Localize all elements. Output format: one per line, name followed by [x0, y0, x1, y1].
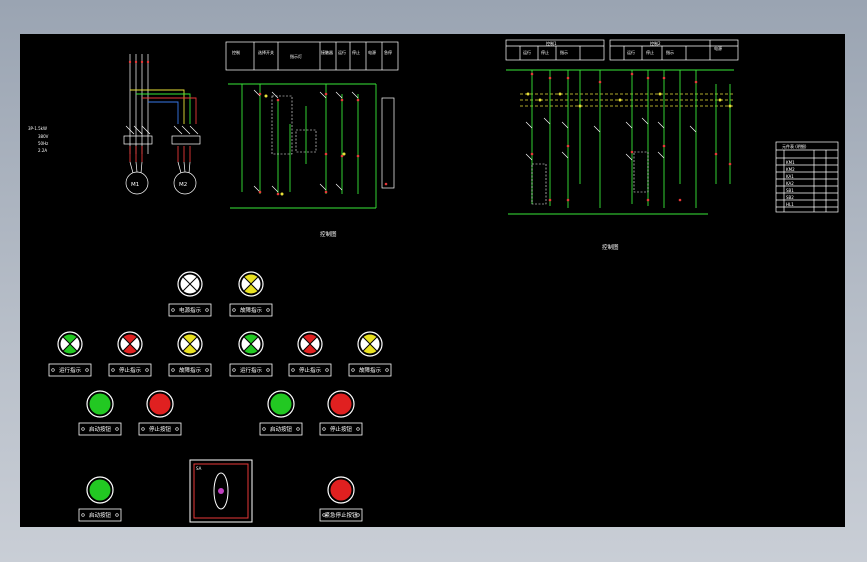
stop-push-button-3[interactable]: 停止按钮 [319, 390, 363, 436]
button-label-1: 停止按钮 [149, 425, 172, 433]
start-push-button-2[interactable]: 启动按钮 [259, 390, 303, 436]
stop-push-button-5[interactable]: 紧急停止按钮 [319, 476, 363, 522]
motor-power-circuit: M1 M2 3P-1.5kW 380V 50Hz 2.2A [28, 54, 201, 195]
motor-m1-label: M1 [131, 182, 139, 188]
indicator-lamp-yellow: 故障指示 [229, 271, 273, 317]
indicator-label-4: 故障指示 [179, 366, 202, 374]
indicator-label-3: 停止指示 [119, 366, 142, 374]
right-header-right: 控制2 [650, 40, 661, 46]
indicator-lamp-green: 运行指示 [48, 331, 92, 377]
left-title-block: 控制 选择开关 指示灯 接触器 运行 停止 电源 急停 [225, 41, 399, 71]
motor-note-2: 50Hz [38, 141, 48, 146]
button-label-0: 启动按钮 [89, 425, 112, 433]
right-schematic: 控制1 控制2 运行 停止 指示 运行 停止 指示 电源 控制图 元件表 (明细… [505, 39, 839, 251]
left-caption: 控制图 [320, 230, 337, 238]
indicator-label-7: 故障指示 [359, 366, 382, 374]
indicator-lamp-yellow: 故障指示 [168, 331, 212, 377]
right-subheader-2: 指示 [560, 49, 568, 55]
button-label-3: 停止按钮 [330, 425, 353, 433]
table-row-1: KM2 [786, 167, 795, 172]
indicator-label-5: 运行指示 [240, 366, 263, 374]
indicator-label-0: 电源指示 [179, 306, 202, 314]
button-label-5: 紧急停止按钮 [324, 511, 358, 519]
left-title-text-7: 急停 [384, 49, 392, 55]
motor-note-0: 3P-1.5kW [28, 126, 47, 131]
left-title-text-4: 运行 [338, 49, 346, 55]
indicator-lamp-red: 停止指示 [108, 331, 152, 377]
left-title-text-5: 停止 [352, 49, 360, 55]
indicator-lamp-white: 电源指示 [168, 271, 212, 317]
right-subheader-3: 运行 [627, 49, 635, 55]
stop-push-button-1[interactable]: 停止按钮 [138, 390, 182, 436]
left-title-text-0: 控制 [232, 49, 240, 55]
control-panel: SA 电源指示 故障指示运行指示 停止指示 故障指示 运行指示 停止指示 故障指示启动按钮停… [48, 271, 392, 523]
left-title-text-1: 选择开关 [258, 49, 274, 55]
table-row-3: KA2 [786, 181, 794, 186]
indicator-lamp-yellow: 故障指示 [348, 331, 392, 377]
right-subheader-0: 运行 [523, 49, 531, 55]
left-schematic: 控制 选择开关 指示灯 接触器 运行 停止 电源 急停 M1 M2 3P-1.5… [28, 41, 399, 238]
button-label-2: 启动按钮 [270, 425, 293, 433]
indicator-label-2: 运行指示 [59, 366, 82, 374]
cad-drawing: 控制 选择开关 指示灯 接触器 运行 停止 电源 急停 M1 M2 3P-1.5… [28, 39, 839, 523]
start-push-button-4[interactable]: 启动按钮 [78, 476, 122, 522]
table-row-5: SB2 [786, 195, 794, 200]
indicator-label-1: 故障指示 [240, 306, 263, 314]
right-control-circuit: 控制图 [506, 69, 734, 251]
indicator-label-6: 停止指示 [299, 366, 322, 374]
right-subheader-1: 停止 [541, 49, 549, 55]
right-title-block: 控制1 控制2 运行 停止 指示 运行 停止 指示 电源 [505, 39, 739, 61]
motor-m2-label: M2 [179, 182, 187, 188]
start-push-button-0[interactable]: 启动按钮 [78, 390, 122, 436]
table-row-2: KA1 [786, 174, 794, 179]
left-title-text-2: 指示灯 [290, 53, 302, 59]
table-row-0: KM1 [786, 160, 795, 165]
drawing-canvas[interactable]: 控制 选择开关 指示灯 接触器 运行 停止 电源 急停 M1 M2 3P-1.5… [20, 34, 845, 527]
table-title: 元件表 (明细) [782, 143, 807, 149]
table-row-4: SB1 [786, 188, 794, 193]
left-title-text-6: 电源 [368, 49, 376, 55]
button-label-4: 启动按钮 [89, 511, 112, 519]
left-title-text-3: 接触器 [321, 49, 333, 55]
motor-note-3: 2.2A [38, 148, 47, 153]
right-caption: 控制图 [602, 243, 619, 251]
table-row-6: HL1 [786, 202, 794, 207]
component-table: 元件表 (明细) KM1 KM2 KA1 KA2 SB1 SB2 HL1 [775, 141, 839, 213]
left-control-circuit: 控制图 [228, 83, 395, 238]
right-subheader-5: 指示 [666, 49, 674, 55]
selector-switch[interactable]: SA [189, 459, 253, 523]
indicator-lamp-red: 停止指示 [288, 331, 332, 377]
right-subheader-6: 电源 [714, 45, 722, 51]
selector-label: SA [196, 466, 202, 471]
right-subheader-4: 停止 [646, 49, 654, 55]
right-header-left: 控制1 [546, 40, 557, 46]
motor-note-1: 380V [38, 134, 49, 139]
m2-contactor [171, 125, 201, 162]
m1-contactor [123, 125, 153, 162]
indicator-lamp-green: 运行指示 [229, 331, 273, 377]
